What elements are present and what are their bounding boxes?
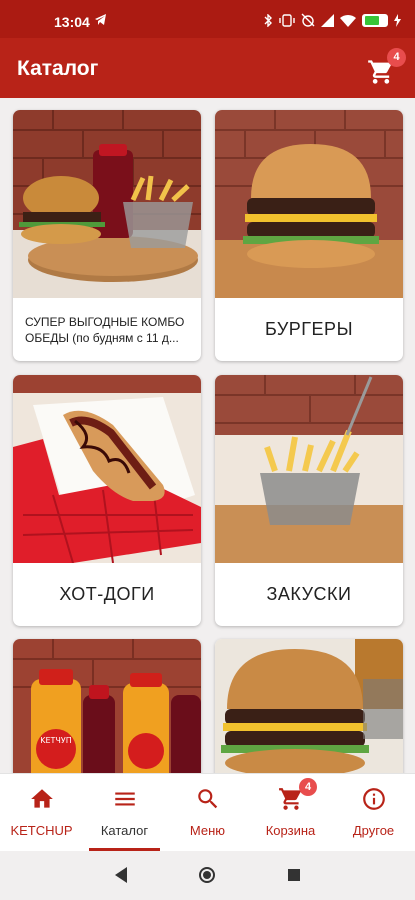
nav-item-catalog[interactable]: Каталог <box>83 774 166 852</box>
info-icon <box>362 788 385 810</box>
juice-brand-text: KETЧУП <box>40 736 72 745</box>
combo-image <box>13 110 201 298</box>
burger-combo-image <box>215 639 403 773</box>
alarm-off-icon <box>301 13 315 27</box>
nav-item-other[interactable]: Другое <box>332 774 415 852</box>
catalog-card-burgers[interactable]: БУРГЕРЫ <box>215 110 403 361</box>
page-title: Каталог <box>17 57 99 80</box>
search-icon <box>197 789 217 809</box>
battery-icon <box>362 13 388 27</box>
cart-count-badge: 4 <box>299 778 317 796</box>
back-icon[interactable] <box>113 866 129 884</box>
vibrate-icon <box>279 13 295 27</box>
catalog-card-snacks[interactable]: ЗАКУСКИ <box>215 375 403 626</box>
catalog-card-burger-combo[interactable] <box>215 639 403 773</box>
bluetooth-icon <box>264 13 272 27</box>
burger-image <box>215 110 403 298</box>
system-nav-bar <box>0 851 415 900</box>
wifi-icon <box>340 14 356 27</box>
catalog-card-label: ЗАКУСКИ <box>266 584 352 604</box>
home-circle-icon[interactable] <box>198 866 216 884</box>
nav-item-label: Каталог <box>100 823 149 838</box>
catalog-card-hotdogs[interactable]: ХОТ-ДОГИ <box>13 375 201 626</box>
signal-icon <box>321 13 334 27</box>
nav-item-cart[interactable]: 4 Корзина <box>249 774 332 852</box>
recents-icon[interactable] <box>286 866 302 884</box>
cart-count-badge: 4 <box>387 48 406 67</box>
nav-item-label: KETCHUP <box>10 823 73 838</box>
nav-item-label: Меню <box>189 823 226 838</box>
catalog-card-label: БУРГЕРЫ <box>264 319 354 339</box>
catalog-grid: СУПЕР ВЫГОДНЫЕ КОМБО ОБЕДЫ (по будням с … <box>0 98 415 773</box>
drinks-image: KETЧУП <box>13 639 201 773</box>
nav-item-home[interactable]: KETCHUP <box>0 774 83 852</box>
catalog-card-label: ХОТ-ДОГИ <box>59 584 155 604</box>
status-icons <box>263 13 401 27</box>
catalog-card-label: СУПЕР ВЫГОДНЫЕ КОМБО ОБЕДЫ (по будням с … <box>25 314 185 345</box>
telegram-icon <box>95 14 106 25</box>
app-bar: Каталог 4 <box>0 38 415 98</box>
bottom-nav: KETCHUP Каталог Меню 4 Корзина Другое <box>0 773 415 851</box>
menu-list-icon <box>114 792 135 806</box>
nav-item-menu[interactable]: Меню <box>166 774 249 852</box>
hotdog-image <box>13 375 201 563</box>
nav-item-label: Корзина <box>265 823 316 838</box>
home-icon <box>30 789 53 808</box>
status-bar: 13:04 <box>0 0 415 38</box>
catalog-card-combo[interactable]: СУПЕР ВЫГОДНЫЕ КОМБО ОБЕДЫ (по будням с … <box>13 110 201 361</box>
snacks-image <box>215 375 403 563</box>
catalog-card-drinks[interactable]: KETЧУП <box>13 639 201 773</box>
cart-button[interactable]: 4 <box>367 48 406 86</box>
status-time: 13:04 <box>54 14 90 30</box>
nav-item-label: Другое <box>352 823 395 838</box>
charging-icon <box>394 13 401 27</box>
